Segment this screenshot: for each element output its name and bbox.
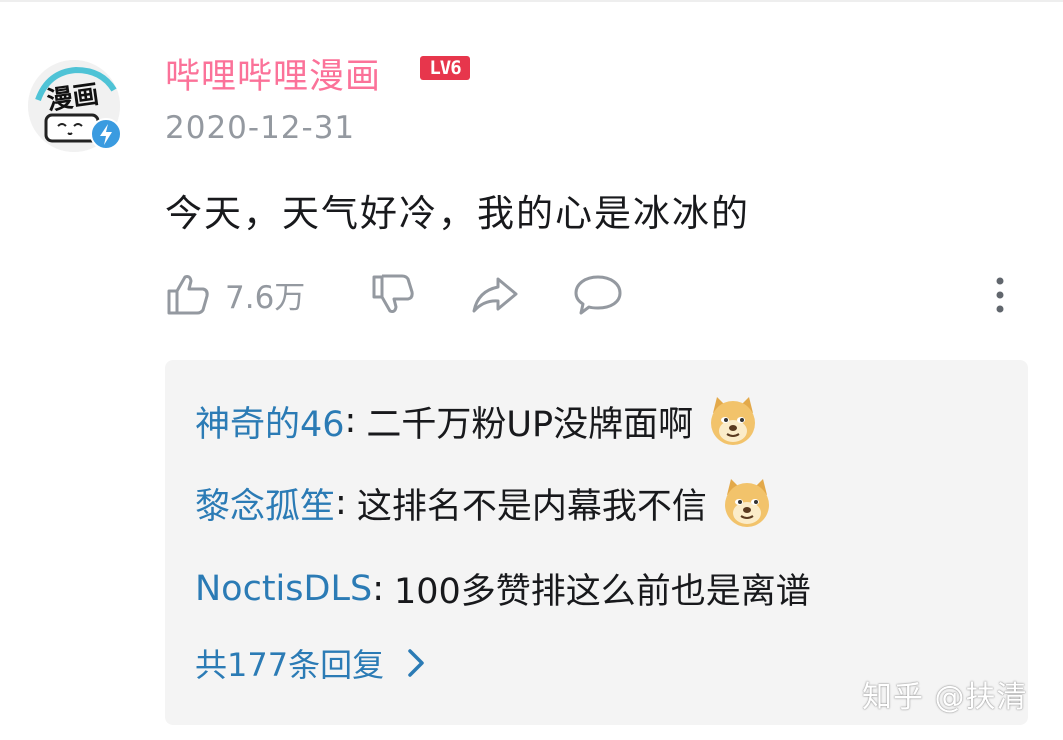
dislike-button[interactable] [370, 268, 416, 320]
reply-colon: : [344, 401, 357, 441]
reply-text: 这排名不是内幕我不信 [356, 486, 707, 527]
more-options-button[interactable] [990, 268, 1010, 320]
speech-bubble-icon [574, 275, 622, 315]
reply-colon: : [372, 568, 384, 609]
reply-text: 100多赞排这么前也是离谱 [393, 572, 811, 612]
avatar[interactable]: 漫画 [28, 60, 122, 152]
reply-username[interactable]: NoctisDLS [195, 569, 372, 609]
reply-username[interactable]: 黎念孤笙 [195, 478, 335, 529]
watermark: 知乎 @扶清 [862, 680, 1028, 715]
reply-text: 二千万粉UP没牌面啊 [366, 404, 694, 445]
more-replies-label: 共177条回复 [195, 646, 385, 684]
top-divider [0, 0, 1063, 2]
share-button[interactable] [470, 268, 520, 320]
like-count: 7.6万 [225, 279, 306, 316]
reply-button[interactable] [573, 268, 623, 320]
reply-colon: : [335, 483, 347, 523]
comment-text: 今天，天气好冷，我的心是冰冰的 [165, 192, 750, 235]
comment-actions: 7.6万 [165, 268, 1025, 320]
vertical-dots-icon [996, 277, 1004, 313]
thumb-down-icon [372, 274, 414, 313]
reply-item[interactable]: 神奇的46 : 二千万粉UP没牌面啊 [195, 393, 761, 449]
view-all-replies-link[interactable]: 共177条回复 [195, 640, 434, 686]
comment-author[interactable]: 哔哩哔哩漫画 [165, 48, 381, 99]
doge-emoji-icon [711, 397, 756, 445]
level-badge: LV6 [420, 56, 470, 80]
share-arrow-icon [472, 277, 518, 313]
lightning-badge-icon [90, 118, 122, 150]
comment-date: 2020-12-31 [165, 110, 356, 146]
reply-username[interactable]: 神奇的46 [195, 396, 345, 447]
chevron-right-icon [408, 649, 424, 677]
doge-emoji-icon [724, 479, 769, 527]
reply-item[interactable]: NoctisDLS : 100多赞排这么前也是离谱 [195, 563, 811, 614]
thumb-up-icon [167, 275, 209, 315]
like-button[interactable]: 7.6万 [165, 268, 305, 320]
reply-item[interactable]: 黎念孤笙 : 这排名不是内幕我不信 [195, 475, 775, 531]
